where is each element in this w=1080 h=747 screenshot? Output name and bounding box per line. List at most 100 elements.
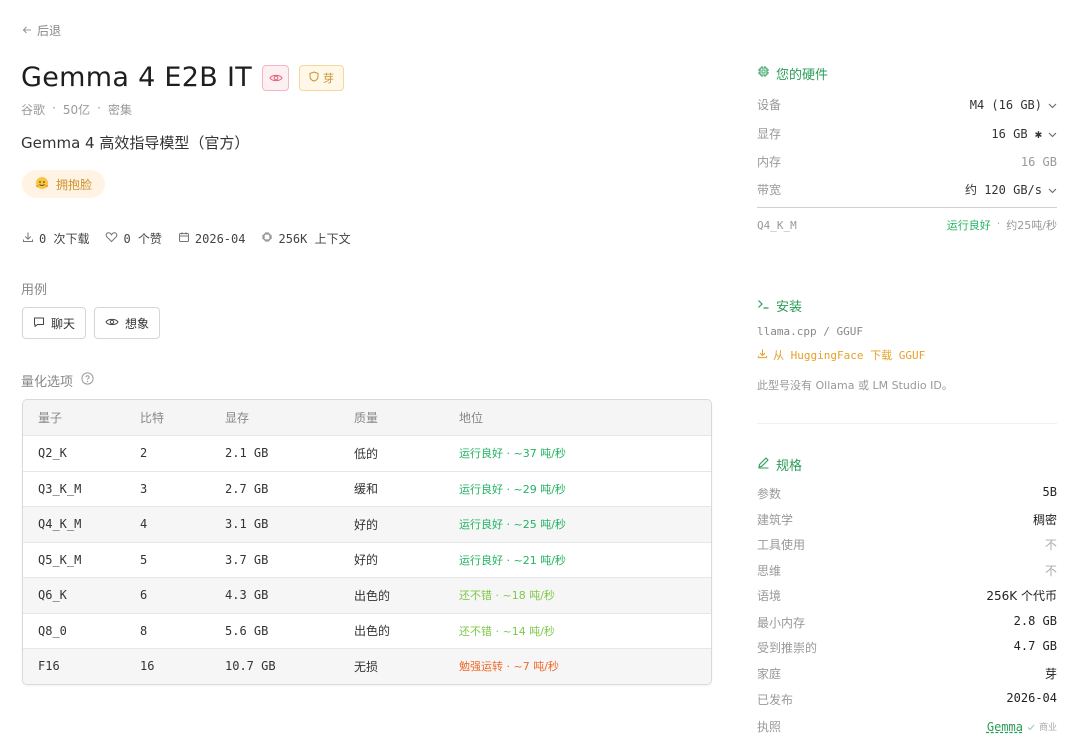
source-pill[interactable]: 拥抱脸	[22, 170, 106, 198]
spec-value: 稠密	[1032, 513, 1057, 527]
spec-row: 参数 5B	[757, 485, 1057, 502]
col-header-status[interactable]: 地位	[459, 409, 711, 426]
quant-vram: 5.6 GB	[225, 623, 269, 638]
quant-quality: 出色的	[354, 624, 391, 639]
spec-value: 4.7 GB	[1013, 639, 1057, 653]
device-value: M4 (16 GB)	[969, 97, 1042, 112]
chat-bubble-icon	[33, 316, 45, 331]
release-date: 2026-04	[194, 231, 246, 246]
quant-vram: 3.7 GB	[225, 552, 269, 567]
chip-icon	[261, 231, 273, 246]
quant-quality: 缓和	[354, 482, 379, 497]
table-row[interactable]: Q2_K 2 2.1 GB 低的 运行良好 · ~37 吨/秒	[23, 435, 711, 471]
download-gguf-link[interactable]: 从 HuggingFace 下载 GGUF	[757, 347, 925, 363]
spec-row: 语境 256K 个代币	[757, 587, 1057, 604]
cpu-icon	[757, 65, 770, 82]
quant-status: 勉强运转 · ~7 吨/秒	[459, 660, 559, 674]
spec-label: 语境	[757, 589, 782, 603]
vram-select[interactable]: 16 GB ✱	[991, 127, 1057, 141]
quant-status: 运行良好 · ~25 吨/秒	[459, 518, 566, 532]
model-title: Gemma 4 E2B IT	[21, 62, 253, 93]
use-cases-heading: 用例	[21, 283, 48, 298]
bandwidth-select[interactable]: 约 120 GB/s	[965, 181, 1057, 198]
spec-label: 建筑学	[757, 513, 794, 527]
spec-row-license: 执照 Gemma 商业	[757, 718, 1057, 735]
spec-label: 工具使用	[757, 538, 806, 552]
back-link[interactable]: 后退	[22, 22, 61, 39]
use-case-chat-button[interactable]: 聊天	[22, 307, 87, 339]
family-badge-label: 芽	[323, 71, 335, 85]
divider	[757, 207, 1057, 208]
specs-section-title: 规格	[757, 455, 802, 474]
quant-bits: 6	[140, 588, 148, 603]
table-row[interactable]: Q6_K 6 4.3 GB 出色的 还不错 · ~18 吨/秒	[23, 577, 711, 613]
hardware-label: 带宽	[757, 183, 782, 197]
download-icon	[757, 348, 768, 362]
col-header-vram[interactable]: 显存	[225, 409, 354, 426]
check-icon	[1027, 720, 1035, 734]
quant-quality: 好的	[354, 517, 379, 532]
vision-badge	[262, 64, 290, 91]
hardware-summary: Q4_K_M 运行良好 · 约25吨/秒	[757, 217, 1057, 233]
help-icon[interactable]	[81, 372, 94, 389]
table-row[interactable]: Q4_K_M 4 3.1 GB 好的 运行良好 · ~25 吨/秒	[23, 506, 711, 542]
col-header-quant[interactable]: 量子	[23, 409, 140, 426]
meta-vendor: 谷歌	[21, 103, 46, 117]
hardware-bandwidth-row[interactable]: 带宽 约 120 GB/s	[757, 181, 1057, 198]
ram-value: 16 GB	[1020, 154, 1057, 169]
hardware-label: 显存	[757, 127, 782, 141]
quant-quality: 出色的	[354, 588, 391, 603]
quant-vram: 10.7 GB	[225, 659, 276, 674]
likes-stat[interactable]: 0 个赞	[105, 230, 162, 247]
model-description: Gemma 4 高效指导模型（官方）	[21, 134, 250, 152]
quant-name: F16	[38, 659, 60, 674]
quant-bits: 4	[140, 517, 148, 532]
col-header-quality[interactable]: 质量	[354, 409, 459, 426]
chevron-down-icon	[1048, 98, 1057, 112]
hardware-label: 设备	[757, 98, 782, 112]
hardware-ram-row: 内存 16 GB	[757, 153, 1057, 170]
spec-row: 受到推崇的 4.7 GB	[757, 639, 1057, 656]
download-gguf-label: 从 HuggingFace 下载 GGUF	[773, 349, 926, 362]
spec-value: 不	[1044, 538, 1057, 552]
model-meta: 谷歌 · 50亿 · 密集	[21, 101, 132, 118]
family-badge: 芽	[299, 64, 345, 91]
downloads-count: 0 次下载	[39, 232, 90, 246]
quant-bits: 8	[140, 623, 148, 638]
quant-options-heading: 量化选项	[21, 375, 74, 390]
table-row[interactable]: Q5_K_M 5 3.7 GB 好的 运行良好 · ~21 吨/秒	[23, 541, 711, 578]
downloads-stat: 0 次下载	[22, 230, 89, 247]
spec-label: 受到推崇的	[757, 641, 818, 655]
vram-value: 16 GB ✱	[991, 126, 1042, 141]
license-link[interactable]: Gemma	[987, 720, 1023, 734]
meta-params: 50亿	[62, 103, 91, 117]
download-icon	[22, 231, 34, 246]
chevron-down-icon	[1048, 127, 1057, 141]
table-row[interactable]: F16 16 10.7 GB 无损 勉强运转 · ~7 吨/秒	[23, 648, 711, 684]
hardware-vram-row[interactable]: 显存 16 GB ✱	[757, 125, 1057, 142]
spec-value: 芽	[1044, 667, 1057, 681]
device-select[interactable]: M4 (16 GB)	[970, 98, 1057, 112]
context-length: 256K 上下文	[278, 232, 351, 246]
date-stat: 2026-04	[178, 231, 246, 246]
meta-separator: ·	[97, 101, 101, 115]
hardware-label: 内存	[757, 155, 782, 169]
use-cases: 聊天 想象	[22, 307, 161, 339]
quant-status: 还不错 · ~18 吨/秒	[459, 589, 555, 603]
table-row[interactable]: Q3_K_M 3 2.7 GB 缓和 运行良好 · ~29 吨/秒	[23, 470, 711, 507]
specs-title: 规格	[776, 459, 803, 474]
spec-row: 建筑学 稠密	[757, 511, 1057, 528]
quant-status: 还不错 · ~14 吨/秒	[459, 624, 555, 638]
table-row[interactable]: Q8_0 8 5.6 GB 出色的 还不错 · ~14 吨/秒	[23, 612, 711, 649]
use-case-vision-button[interactable]: 想象	[94, 307, 161, 339]
spec-label: 最小内存	[757, 616, 806, 630]
hardware-section-title: 您的硬件	[757, 64, 828, 83]
divider	[757, 423, 1057, 424]
col-header-bits[interactable]: 比特	[140, 409, 225, 426]
hardware-device-row[interactable]: 设备 M4 (16 GB)	[757, 96, 1057, 113]
spec-row: 家庭 芽	[757, 665, 1057, 682]
shield-icon	[309, 70, 319, 85]
quant-status: 运行良好 · ~21 吨/秒	[459, 553, 566, 567]
quant-vram: 2.7 GB	[225, 481, 269, 496]
license-tag: 商业	[1038, 723, 1057, 733]
